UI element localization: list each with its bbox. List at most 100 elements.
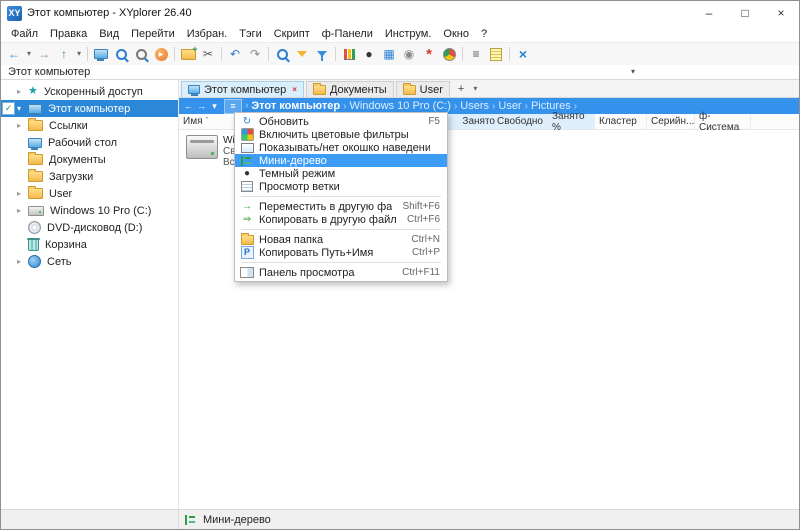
column-free[interactable]: Свободно <box>497 114 548 129</box>
menu-item-copy-to-other-pane[interactable]: Копировать в другую файл-панель Ctrl+F6 <box>235 213 447 226</box>
menu-tools[interactable]: Инструм. <box>379 28 438 40</box>
tab-this-pc[interactable]: Этот компьютер <box>181 81 304 97</box>
hamburger-icon <box>230 102 235 111</box>
folder-icon <box>28 118 43 131</box>
expand-arrow-icon[interactable] <box>17 190 21 198</box>
menu-edit[interactable]: Правка <box>44 28 93 40</box>
expand-arrow-icon[interactable] <box>17 122 21 130</box>
menu-item-label: Просмотр ветки <box>259 180 340 193</box>
thumbnails-button[interactable] <box>379 45 399 64</box>
menu-item-label: Мини-дерево <box>259 154 327 167</box>
column-filesystem[interactable]: ф-Система <box>695 111 751 133</box>
maximize-icon <box>741 7 748 19</box>
menu-item-dark-mode[interactable]: Темный режим <box>235 167 447 180</box>
notes-button[interactable] <box>486 45 506 64</box>
menu-item-hover-box[interactable]: Показывать/нет окошко наведения <box>235 141 447 154</box>
minimize-button[interactable] <box>691 1 727 25</box>
menu-item-color-filters[interactable]: Включить цветовые фильтры <box>235 128 447 141</box>
tree-item-desktop[interactable]: Рабочий стол <box>1 134 178 151</box>
breadcrumb-segment[interactable]: Windows 10 Pro (C:) <box>349 100 450 112</box>
filter-icon <box>297 51 307 57</box>
tree-item-this-pc[interactable]: Этот компьютер <box>1 100 178 117</box>
menu-tags[interactable]: Тэги <box>233 28 268 40</box>
menu-panes[interactable]: ф-Панели <box>316 28 379 40</box>
menu-item-new-folder[interactable]: Новая папка Ctrl+N <box>235 232 447 246</box>
new-folder-button[interactable] <box>178 44 198 64</box>
menu-file[interactable]: Файл <box>5 28 44 40</box>
expand-arrow-icon[interactable] <box>17 258 21 266</box>
menu-scripting[interactable]: Скрипт <box>268 28 316 40</box>
statistics-button[interactable] <box>439 45 459 64</box>
tab-user[interactable]: User <box>395 81 450 97</box>
close-button[interactable] <box>763 1 799 25</box>
maximize-button[interactable] <box>727 1 763 25</box>
settings-button[interactable] <box>399 45 419 64</box>
menu-item-move-to-other-pane[interactable]: Переместить в другую файл-панель Shift+F… <box>235 200 447 213</box>
tree-item-quick-access[interactable]: Ускоренный доступ <box>1 83 178 100</box>
filter-button[interactable] <box>292 45 312 64</box>
find-files-button[interactable] <box>272 45 292 64</box>
up-history-button[interactable] <box>74 45 84 64</box>
menu-item-branch-view[interactable]: Просмотр ветки <box>235 180 447 193</box>
menu-item-copy-path-name[interactable]: P Копировать Путь+Имя Ctrl+P <box>235 246 447 259</box>
forward-icon <box>38 48 50 60</box>
list-view-button[interactable] <box>466 45 486 64</box>
new-tab-button[interactable] <box>452 83 470 95</box>
crumb-forward-button[interactable] <box>195 101 208 111</box>
menu-item-preview-pane[interactable]: Панель просмотра Ctrl+F11 <box>235 266 447 279</box>
column-label: Кластер <box>599 116 637 127</box>
tab-label: Этот компьютер <box>204 83 287 96</box>
back-button[interactable] <box>4 45 24 64</box>
tree-item-dvd-d[interactable]: DVD-дисковод (D:) <box>1 219 178 236</box>
expand-arrow-icon[interactable] <box>17 88 21 96</box>
breadcrumb-segment[interactable]: User <box>498 100 521 112</box>
tree-item-user[interactable]: User <box>1 185 178 202</box>
menu-view[interactable]: Вид <box>93 28 125 40</box>
collapse-arrow-icon[interactable] <box>17 105 21 113</box>
breadcrumb-segment[interactable]: Users <box>460 100 489 112</box>
column-used-percent[interactable]: Занято % <box>548 111 595 133</box>
tree-item-documents[interactable]: Документы <box>1 151 178 168</box>
tab-list-icon[interactable] <box>470 85 480 93</box>
toolbar-separator <box>268 47 269 61</box>
menu-window[interactable]: Окно <box>437 28 475 40</box>
crumb-history-button[interactable] <box>208 101 221 111</box>
column-serial[interactable]: Серийн... <box>647 114 695 129</box>
tree-item-downloads[interactable]: Загрузки <box>1 168 178 185</box>
back-history-button[interactable] <box>24 45 34 64</box>
crumb-back-button[interactable] <box>182 101 195 111</box>
mini-tree-root-icon[interactable] <box>2 102 15 115</box>
forward-button[interactable] <box>34 45 54 64</box>
redo-button[interactable] <box>245 45 265 64</box>
go-to-computer-button[interactable] <box>91 45 111 64</box>
tree-item-network[interactable]: Сеть <box>1 253 178 270</box>
dark-mode-button[interactable] <box>359 45 379 64</box>
address-dropdown-icon[interactable] <box>631 68 635 76</box>
visual-filter-button[interactable] <box>312 45 332 64</box>
report-button[interactable] <box>339 45 359 64</box>
tree-item-drive-c[interactable]: Windows 10 Pro (C:) <box>1 202 178 219</box>
column-cluster[interactable]: Кластер <box>595 114 647 129</box>
new-folder-icon <box>180 44 198 60</box>
up-button[interactable] <box>54 45 74 64</box>
hover-box-button[interactable] <box>131 45 151 64</box>
breadcrumb-segment[interactable]: Этот компьютер <box>251 100 340 112</box>
favorites-button[interactable] <box>419 45 439 64</box>
tab-close-icon[interactable] <box>292 86 297 94</box>
preview-pane-icon <box>240 267 254 278</box>
tools-button[interactable] <box>513 45 533 64</box>
tab-documents[interactable]: Документы <box>305 81 394 97</box>
search-button[interactable] <box>111 45 131 64</box>
tree-item-links[interactable]: Ссылки <box>1 117 178 134</box>
run-script-button[interactable] <box>151 45 171 64</box>
menu-favorites[interactable]: Избран. <box>181 28 234 40</box>
menu-item-refresh[interactable]: Обновить F5 <box>235 115 447 128</box>
menu-go[interactable]: Перейти <box>125 28 181 40</box>
tree-item-recycle-bin[interactable]: Корзина <box>1 236 178 253</box>
menu-item-mini-tree[interactable]: Мини-дерево <box>235 154 447 167</box>
address-bar[interactable]: Этот компьютер <box>1 65 799 80</box>
undo-button[interactable] <box>225 45 245 64</box>
expand-arrow-icon[interactable] <box>17 207 21 215</box>
cut-button[interactable] <box>198 45 218 64</box>
menu-help[interactable]: ? <box>475 28 493 40</box>
